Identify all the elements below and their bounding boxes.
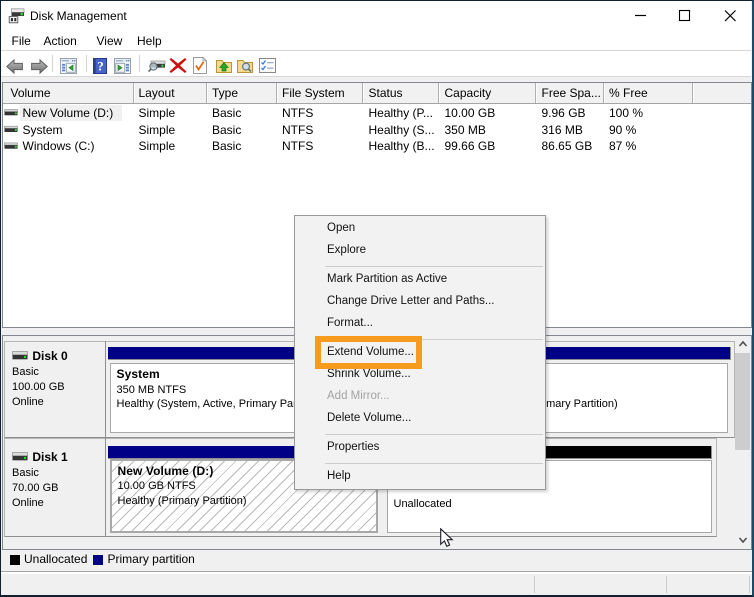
svg-text:?: ? (97, 59, 104, 74)
